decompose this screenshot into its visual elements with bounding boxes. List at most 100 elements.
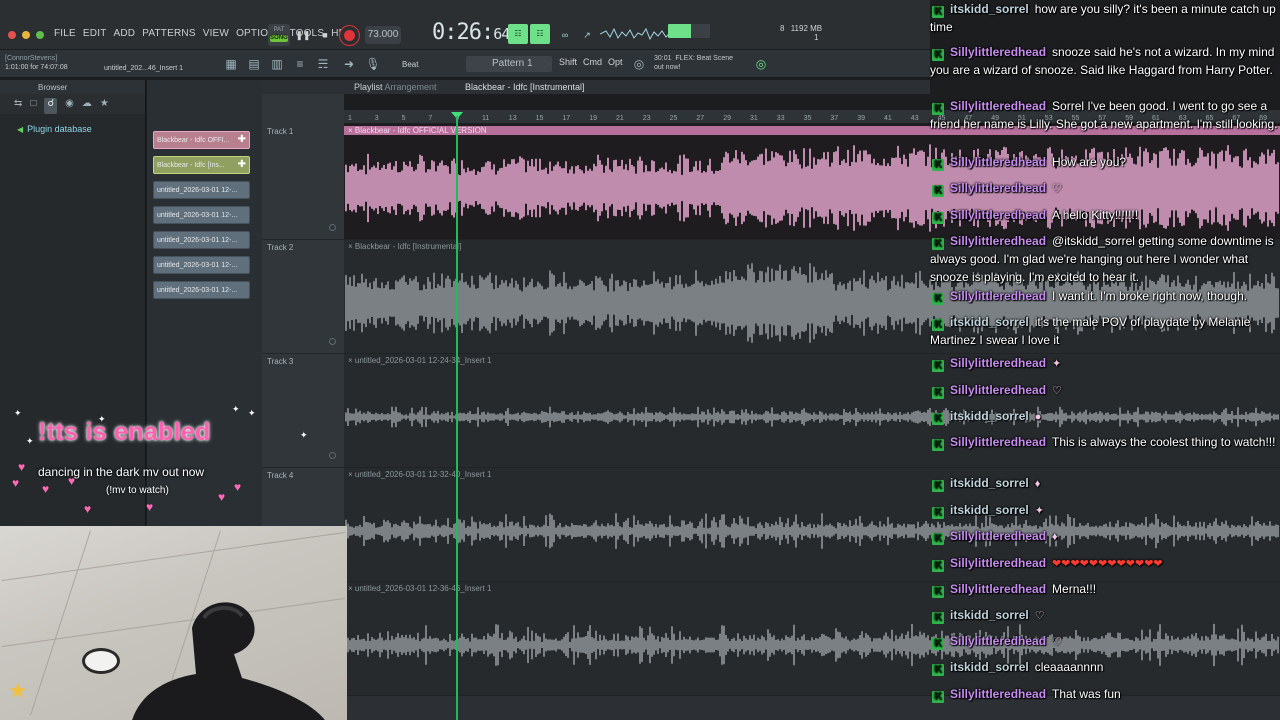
chat-emote-icon: ❤❤❤❤❤❤❤❤❤❤❤❤: [1052, 558, 1163, 570]
pattern-selector[interactable]: Pattern 1: [466, 56, 552, 72]
chat-username[interactable]: Sillylittleredhead: [950, 208, 1046, 222]
playhead[interactable]: [456, 116, 458, 720]
chat-username[interactable]: Sillylittleredhead: [950, 234, 1046, 248]
track-header-1[interactable]: Track 1: [262, 124, 344, 240]
snap-beat-label[interactable]: Beat: [402, 60, 418, 69]
chat-text: cleaaaannnn: [1034, 660, 1104, 674]
toolbar-row-2: [0, 50, 930, 78]
track-header-3[interactable]: Track 3: [262, 354, 344, 468]
chat-username[interactable]: Sillylittleredhead: [950, 556, 1046, 570]
pause-button[interactable]: ❚❚: [294, 26, 312, 44]
chat-username[interactable]: Sillylittleredhead: [950, 634, 1046, 648]
chat-message: Kitskidd_sorrel how are you silly? it's b…: [930, 0, 1280, 36]
clip-source-item[interactable]: Blackbear - Idfc OFFI... ✚: [153, 131, 250, 149]
menu-edit[interactable]: EDIT: [83, 28, 107, 39]
clip-source-item[interactable]: untitled_2026-03-01 12-...: [153, 206, 250, 224]
clip-source-item[interactable]: untitled_2026-03-01 12-...: [153, 231, 250, 249]
loop-record-icon[interactable]: ∞: [556, 26, 574, 44]
sparkle-icon: ✦: [232, 404, 240, 414]
mixer-icon[interactable]: ≡: [291, 56, 309, 72]
track-grip-icon[interactable]: [329, 224, 336, 231]
menu-add[interactable]: ADD: [114, 28, 136, 39]
blend-notes-icon[interactable]: ↗: [578, 26, 596, 44]
cloud-icon[interactable]: ☁: [82, 98, 92, 114]
browser-title[interactable]: Browser: [0, 80, 145, 94]
track-grip-icon[interactable]: [329, 338, 336, 345]
microphone-icon[interactable]: 🎙: [364, 56, 382, 72]
chat-username[interactable]: itskidd_sorrel: [950, 2, 1029, 16]
chat-username[interactable]: Sillylittleredhead: [950, 155, 1046, 169]
chat-badge-icon: K: [932, 360, 944, 372]
chat-badge-icon: K: [932, 507, 944, 519]
piano-roll-icon[interactable]: ▤: [245, 56, 263, 72]
tempo-field[interactable]: 73.000: [365, 26, 401, 44]
chat-message: K Sillylittleredhead I want it. I'm broke …: [930, 286, 1280, 307]
chat-username[interactable]: Sillylittleredhead: [950, 45, 1046, 59]
menu-patterns[interactable]: PATTERNS: [142, 28, 195, 39]
chat-username[interactable]: itskidd_sorrel: [950, 409, 1029, 423]
chat-username[interactable]: itskidd_sorrel: [950, 608, 1029, 622]
playlist-icon[interactable]: ▦: [222, 56, 240, 72]
chat-username[interactable]: itskidd_sorrel: [950, 315, 1029, 329]
ceiling-tile-line: [1, 531, 346, 582]
clip-source-label: Blackbear - Idfc [Ins...: [157, 162, 225, 169]
chat-badge-icon: K: [932, 238, 944, 250]
arrow-right-icon[interactable]: ➜: [340, 56, 358, 72]
chat-username[interactable]: Sillylittleredhead: [950, 289, 1046, 303]
record-button[interactable]: [340, 26, 359, 45]
track-header-2[interactable]: Track 2: [262, 240, 344, 354]
track-grip-icon[interactable]: [329, 452, 336, 459]
close-window-icon[interactable]: [8, 31, 16, 39]
menu-view[interactable]: VIEW: [203, 28, 229, 39]
playlist-title[interactable]: Playlist Arrangement: [354, 82, 437, 92]
chat-username[interactable]: itskidd_sorrel: [950, 476, 1029, 490]
webcam-feed: [0, 526, 347, 720]
chat-badge-icon: K: [932, 293, 944, 305]
chat-username[interactable]: Sillylittleredhead: [950, 435, 1046, 449]
add-clip-icon[interactable]: ✚: [238, 159, 246, 170]
opt-key-button[interactable]: Opt: [608, 57, 623, 71]
clip-source-item[interactable]: untitled_2026-03-01 12-...: [153, 281, 250, 299]
collapse-icon[interactable]: ⇆: [14, 98, 22, 114]
chat-username[interactable]: Sillylittleredhead: [950, 99, 1046, 113]
browser-item-plugin-database[interactable]: ◀ Plugin database: [0, 114, 145, 134]
polyphony-value: 1: [814, 33, 819, 42]
ruler-tick-label: 21: [616, 115, 624, 122]
online-news-icon[interactable]: ◎: [630, 56, 648, 72]
chat-username[interactable]: Sillylittleredhead: [950, 687, 1046, 701]
add-clip-icon[interactable]: ✚: [238, 134, 246, 145]
chat-username[interactable]: itskidd_sorrel: [950, 503, 1029, 517]
channel-rack-icon[interactable]: ▥: [268, 56, 286, 72]
countdown-button[interactable]: ☷: [530, 24, 550, 44]
chat-message: K Sillylittleredhead How are you?: [930, 152, 1280, 173]
speaker-icon[interactable]: ☌: [44, 98, 58, 114]
chat-username[interactable]: Sillylittleredhead: [950, 529, 1046, 543]
globe-icon[interactable]: ◎: [752, 56, 770, 72]
chat-username[interactable]: Sillylittleredhead: [950, 582, 1046, 596]
pat-mode-label: PAT: [273, 27, 285, 33]
star-icon[interactable]: ★: [100, 98, 109, 114]
chat-username[interactable]: itskidd_sorrel: [950, 660, 1029, 674]
news-hint[interactable]: 30:01 FLEX: Beat Scene out now!: [654, 54, 733, 72]
chat-badge-icon: K: [932, 49, 944, 61]
clip-source-item[interactable]: untitled_2026-03-01 12-...: [153, 181, 250, 199]
chat-username[interactable]: Sillylittleredhead: [950, 356, 1046, 370]
plugin-icon[interactable]: ◉: [65, 98, 74, 114]
file-icon[interactable]: □: [30, 98, 36, 114]
metronome-button[interactable]: ☷: [508, 24, 528, 44]
chat-message: Kitskidd_sorrel it's the male POV of play…: [930, 313, 1280, 349]
cmd-key-button[interactable]: Cmd: [583, 57, 602, 71]
maximize-window-icon[interactable]: [36, 31, 44, 39]
chat-username[interactable]: Sillylittleredhead: [950, 383, 1046, 397]
menu-file[interactable]: FILE: [54, 28, 76, 39]
clip-source-item[interactable]: untitled_2026-03-01 12-...: [153, 256, 250, 274]
song-pattern-mode-toggle[interactable]: PAT SONG: [268, 24, 290, 46]
chat-username[interactable]: Sillylittleredhead: [950, 181, 1046, 195]
minimize-window-icon[interactable]: [22, 31, 30, 39]
stop-button[interactable]: ■: [316, 26, 334, 44]
ruler-tick-label: 43: [911, 115, 919, 122]
clip-source-item[interactable]: Blackbear - Idfc [Ins... ✚: [153, 156, 250, 174]
sliders-icon[interactable]: ☴: [314, 56, 332, 72]
current-clip-selector[interactable]: Blackbear - Idfc [Instrumental]: [465, 82, 585, 92]
shift-key-button[interactable]: Shift: [559, 57, 577, 71]
